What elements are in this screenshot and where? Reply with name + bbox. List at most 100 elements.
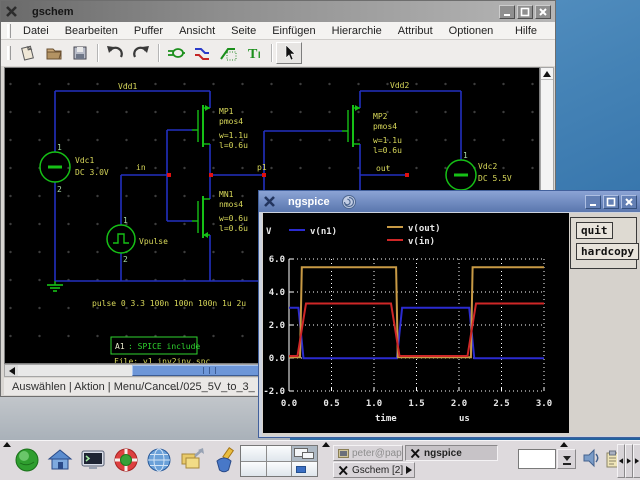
desktop-brush-launcher[interactable] xyxy=(210,445,240,475)
menu-item-bearbeiten[interactable]: Bearbeiten xyxy=(57,25,126,37)
schematic-label: in xyxy=(136,163,146,172)
source-vpulse[interactable] xyxy=(107,225,135,253)
maximize-button[interactable] xyxy=(603,195,619,209)
x-tick-label: 3.0 xyxy=(536,399,552,409)
redo-button[interactable] xyxy=(128,42,154,64)
menu-item-einf-gen[interactable]: Einfügen xyxy=(264,25,323,37)
minimize-button[interactable] xyxy=(499,5,515,19)
menu-item-datei[interactable]: Datei xyxy=(15,25,57,37)
redo-icon xyxy=(131,43,151,63)
menubar-gripper[interactable] xyxy=(7,24,11,38)
task-button-peter-pap[interactable]: peter@pap xyxy=(333,445,403,461)
undo-button[interactable] xyxy=(102,42,128,64)
add-component-icon xyxy=(166,43,186,63)
help-center-launcher[interactable] xyxy=(111,445,141,475)
panel-expand-arrow[interactable] xyxy=(3,442,11,447)
quit-button[interactable]: quit xyxy=(576,222,613,239)
scroll-up-arrow[interactable] xyxy=(541,68,553,80)
home-folder-launcher[interactable] xyxy=(45,445,75,475)
task-button-gschem-2[interactable]: Gschem [2] xyxy=(333,462,415,478)
web-browser-launcher[interactable] xyxy=(144,445,174,475)
konsole-launcher[interactable] xyxy=(78,445,108,475)
desktop-brush-icon xyxy=(211,446,239,474)
volume-icon xyxy=(582,447,602,469)
suse-menu-launcher[interactable] xyxy=(12,445,42,475)
transistor-mp1[interactable] xyxy=(192,105,210,147)
menu-item-puffer[interactable]: Puffer xyxy=(126,25,171,37)
ngspice-window: ngspice 0.00.51.01.52.02.53.06.04.02.00.… xyxy=(258,190,640,438)
status-mode-text: Auswählen | Aktion | Menu/Cancel xyxy=(12,381,179,393)
schematic-label: MN1 xyxy=(219,190,234,199)
file-stack-launcher[interactable] xyxy=(177,445,207,475)
ngspice-titlebar[interactable]: ngspice xyxy=(259,191,640,212)
ngspice-button-panel: quit hardcopy xyxy=(570,217,637,269)
hardcopy-button[interactable]: hardcopy xyxy=(576,243,639,260)
close-button[interactable] xyxy=(535,5,551,19)
new-file-button[interactable] xyxy=(15,42,41,64)
combo-dropdown-button[interactable] xyxy=(557,449,576,469)
source-vdc2[interactable] xyxy=(446,160,476,190)
add-bus-icon xyxy=(218,43,238,63)
transistor-mn1[interactable] xyxy=(192,196,210,238)
x-axis-unit: us xyxy=(459,414,470,424)
x-tick-label: 0.0 xyxy=(281,399,297,409)
gschem-toolbar: TI xyxy=(1,40,555,66)
open-folder-button[interactable] xyxy=(41,42,67,64)
panel-expand-arrow[interactable] xyxy=(322,442,330,447)
schematic-label: pulse 0 3.3 100n 100n 100n 1u 2u xyxy=(92,299,246,308)
save-icon xyxy=(70,43,90,63)
pager-desktop-6[interactable] xyxy=(292,462,317,477)
ground-symbol[interactable] xyxy=(47,281,63,291)
add-component-button[interactable] xyxy=(163,42,189,64)
help-center-icon xyxy=(112,446,140,474)
select-pointer-button[interactable] xyxy=(276,42,302,64)
y-tick-label: 2.0 xyxy=(269,321,285,331)
pager-desktop-3[interactable] xyxy=(292,446,317,461)
task-label: Gschem [2] xyxy=(352,465,403,476)
terminal-icon xyxy=(338,448,349,459)
pager-desktop-5[interactable] xyxy=(267,462,292,477)
applet-hide-handle[interactable] xyxy=(617,444,625,478)
add-net-button[interactable] xyxy=(189,42,215,64)
schematic-label: Vdd1 xyxy=(118,82,137,91)
schematic-label: pmos4 xyxy=(219,117,243,126)
pager-desktop-1[interactable] xyxy=(241,446,266,461)
gschem-titlebar[interactable]: gschem xyxy=(1,1,555,22)
waveform-plot: 0.00.51.01.52.02.53.06.04.02.00.0-2.0Vv(… xyxy=(263,213,569,433)
panel-expand-arrow[interactable] xyxy=(560,442,568,447)
spice-include-label: : SPICE include xyxy=(128,342,200,351)
home-folder-icon xyxy=(46,446,74,474)
konsole-icon xyxy=(79,446,107,474)
schematic-label: w=0.6u xyxy=(219,214,248,223)
run-command-input[interactable] xyxy=(518,449,556,469)
x-axis-label: time xyxy=(375,413,397,424)
close-button[interactable] xyxy=(621,195,637,209)
menu-item-attribut[interactable]: Attribut xyxy=(390,25,441,37)
source-vdc1[interactable] xyxy=(40,152,70,182)
menu-item-ansicht[interactable]: Ansicht xyxy=(171,25,223,37)
svg-text:I: I xyxy=(258,50,261,60)
x-app-icon xyxy=(410,448,421,459)
pager-desktop-2[interactable] xyxy=(267,446,292,461)
legend-label: v(out) xyxy=(408,224,441,234)
toolbar-gripper[interactable] xyxy=(7,46,11,60)
menu-item-seite[interactable]: Seite xyxy=(223,25,264,37)
desktop-pager[interactable] xyxy=(240,445,318,477)
volume-tray-icon[interactable] xyxy=(582,447,602,474)
applet-hide-handle[interactable] xyxy=(633,444,640,478)
suse-menu-icon xyxy=(13,446,41,474)
menu-item-optionen[interactable]: Optionen xyxy=(441,25,502,37)
y-axis-unit-label: V xyxy=(266,227,272,237)
menu-item-hilfe[interactable]: Hilfe xyxy=(507,25,545,37)
pager-desktop-4[interactable] xyxy=(241,462,266,477)
minimize-button[interactable] xyxy=(585,195,601,209)
applet-hide-handle[interactable] xyxy=(625,444,633,478)
transistor-mp2[interactable] xyxy=(342,105,360,147)
menu-item-hierarchie[interactable]: Hierarchie xyxy=(324,25,390,37)
task-button-ngspice[interactable]: ngspice xyxy=(405,445,498,461)
add-text-button[interactable]: TI xyxy=(241,42,267,64)
scroll-left-arrow[interactable] xyxy=(5,365,18,376)
maximize-button[interactable] xyxy=(517,5,533,19)
save-button[interactable] xyxy=(67,42,93,64)
add-bus-button[interactable] xyxy=(215,42,241,64)
